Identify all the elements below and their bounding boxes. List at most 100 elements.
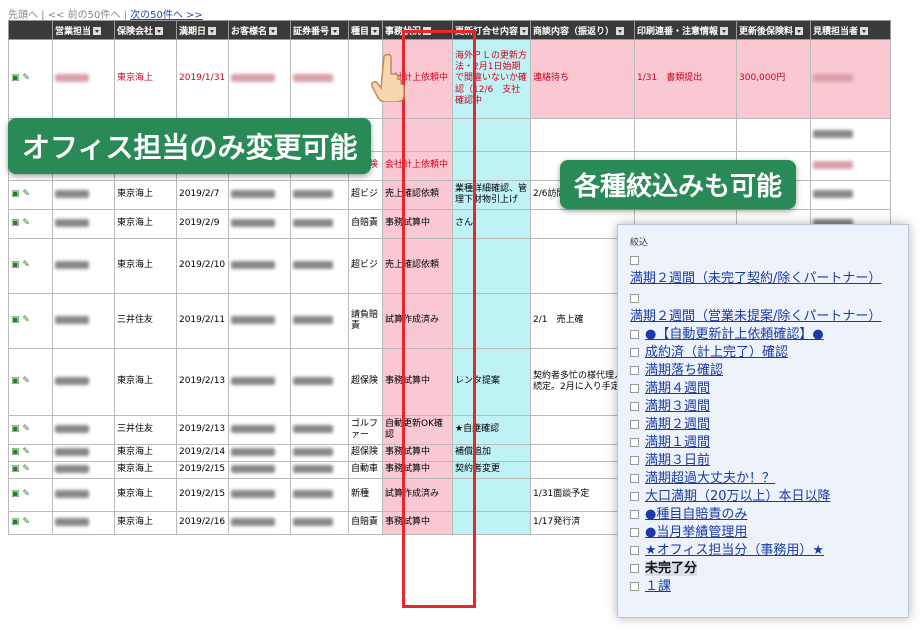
filter-item-label[interactable]: １課: [645, 579, 671, 594]
edit-pencil-icon[interactable]: ✎: [22, 218, 30, 229]
filter-item[interactable]: 満期３日前: [630, 452, 908, 470]
view-icon[interactable]: ▣: [11, 73, 20, 84]
column-header[interactable]: 印刷連番・注意情報: [634, 20, 738, 40]
status-cell[interactable]: 事務試算中: [382, 511, 453, 535]
edit-pencil-icon[interactable]: ✎: [22, 315, 30, 326]
table-row[interactable]: ▣ ✎ 東京海上 2019/1/31 会社計上依頼中 海外ＰＬの更新方法・2月1日始期で…: [8, 39, 892, 119]
status-cell[interactable]: 事務試算中: [382, 461, 453, 479]
filter-item-label[interactable]: 成約済（計上完了）確認: [645, 345, 788, 360]
edit-pencil-icon[interactable]: ✎: [22, 73, 30, 84]
edit-pencil-icon[interactable]: ✎: [22, 189, 30, 200]
checkbox-icon[interactable]: [630, 366, 639, 375]
dropdown-icon[interactable]: [371, 27, 380, 35]
dropdown-icon[interactable]: [795, 27, 804, 35]
column-header[interactable]: 証券番号: [290, 20, 349, 40]
status-cell[interactable]: 会社計上依頼中: [382, 151, 453, 181]
filter-item-label[interactable]: ★オフィス担当分（事務用）★: [645, 543, 824, 558]
filter-item[interactable]: 満期２週間（未完了契約/除くパートナー）: [630, 252, 908, 288]
filter-item[interactable]: ●当月挙績管理用: [630, 524, 908, 542]
status-cell[interactable]: 売上確認依頼: [382, 238, 453, 294]
filter-item[interactable]: 満期落ち確認: [630, 362, 908, 380]
filter-item-label[interactable]: 満期２週間（営業未提案/除くパートナー）: [630, 309, 881, 324]
filter-item-label[interactable]: ●種目自賠責のみ: [645, 507, 747, 522]
filter-item[interactable]: 満期１週間: [630, 434, 908, 452]
view-icon[interactable]: ▣: [11, 315, 20, 326]
status-cell[interactable]: 試算作成済み: [382, 478, 453, 512]
filter-item[interactable]: 未完了分: [630, 560, 908, 578]
edit-pencil-icon[interactable]: ✎: [22, 376, 30, 387]
checkbox-icon[interactable]: [630, 438, 639, 447]
filter-item[interactable]: ●【自動更新計上依頼確認】●: [630, 326, 908, 344]
filter-item-label[interactable]: 満期２週間（未完了契約/除くパートナー）: [630, 271, 881, 286]
filter-item[interactable]: ★オフィス担当分（事務用）★: [630, 542, 908, 560]
column-header[interactable]: 商談内容（振返り）: [530, 20, 636, 40]
filter-item[interactable]: １課: [630, 578, 908, 596]
checkbox-icon[interactable]: [630, 510, 639, 519]
checkbox-icon[interactable]: [630, 564, 639, 573]
checkbox-icon[interactable]: [630, 546, 639, 555]
dropdown-icon[interactable]: [331, 27, 340, 35]
filter-item-label[interactable]: 満期３日前: [645, 453, 710, 468]
column-header[interactable]: 保険会社: [114, 20, 177, 40]
filter-item-label[interactable]: 満期４週間: [645, 381, 710, 396]
filter-item-label[interactable]: 満期２週間: [645, 417, 710, 432]
checkbox-icon[interactable]: [630, 348, 639, 357]
status-cell[interactable]: 事務試算中: [382, 348, 453, 416]
column-header[interactable]: お客様名: [228, 20, 291, 40]
status-cell[interactable]: 試算作成済み: [382, 293, 453, 349]
checkbox-icon[interactable]: [630, 582, 639, 591]
status-cell[interactable]: 自動更新OK確認: [382, 415, 453, 445]
dropdown-icon[interactable]: [93, 27, 102, 35]
checkbox-icon[interactable]: [630, 402, 639, 411]
view-icon[interactable]: ▣: [11, 464, 20, 475]
edit-pencil-icon[interactable]: ✎: [22, 464, 30, 475]
filter-item[interactable]: 満期４週間: [630, 380, 908, 398]
filter-item[interactable]: 満期２週間（営業未提案/除くパートナー）: [630, 290, 908, 326]
filter-item[interactable]: 大口満期（20万以上）本日以降: [630, 488, 908, 506]
status-cell[interactable]: 売上確認依頼: [382, 180, 453, 210]
edit-pencil-icon[interactable]: ✎: [22, 489, 30, 500]
column-header[interactable]: 営業担当: [52, 20, 115, 40]
dropdown-icon[interactable]: [423, 27, 432, 35]
checkbox-icon[interactable]: [630, 294, 639, 303]
checkbox-icon[interactable]: [630, 384, 639, 393]
filter-item-label[interactable]: ●【自動更新計上依頼確認】●: [645, 327, 824, 342]
checkbox-icon[interactable]: [630, 474, 639, 483]
dropdown-icon[interactable]: [269, 27, 278, 35]
checkbox-icon[interactable]: [630, 492, 639, 501]
dropdown-icon[interactable]: [616, 27, 625, 35]
view-icon[interactable]: ▣: [11, 489, 20, 500]
column-header[interactable]: 見積担当者: [810, 20, 892, 40]
status-cell[interactable]: 事務試算中: [382, 209, 453, 239]
view-icon[interactable]: ▣: [11, 424, 20, 435]
view-icon[interactable]: ▣: [11, 218, 20, 229]
filter-item-label[interactable]: ●当月挙績管理用: [645, 525, 747, 540]
view-icon[interactable]: ▣: [11, 447, 20, 458]
filter-item-label[interactable]: 満期１週間: [645, 435, 710, 450]
status-cell[interactable]: 事務試算中: [382, 444, 453, 462]
edit-pencil-icon[interactable]: ✎: [22, 260, 30, 271]
filter-item[interactable]: 満期超過大丈夫か！？: [630, 470, 908, 488]
edit-pencil-icon[interactable]: ✎: [22, 447, 30, 458]
view-icon[interactable]: ▣: [11, 189, 20, 200]
checkbox-icon[interactable]: [630, 330, 639, 339]
checkbox-icon[interactable]: [630, 256, 639, 265]
filter-item-label[interactable]: 大口満期（20万以上）本日以降: [645, 489, 831, 504]
checkbox-icon[interactable]: [630, 528, 639, 537]
filter-item[interactable]: 満期３週間: [630, 398, 908, 416]
column-header[interactable]: 満期日: [176, 20, 229, 40]
edit-pencil-icon[interactable]: ✎: [22, 517, 30, 528]
dropdown-icon[interactable]: [520, 27, 529, 35]
edit-pencil-icon[interactable]: ✎: [22, 424, 30, 435]
checkbox-icon[interactable]: [630, 420, 639, 429]
view-icon[interactable]: ▣: [11, 376, 20, 387]
dropdown-icon[interactable]: [208, 27, 217, 35]
filter-item-label[interactable]: 満期超過大丈夫か！？: [645, 471, 775, 486]
checkbox-icon[interactable]: [630, 456, 639, 465]
filter-item[interactable]: 成約済（計上完了）確認: [630, 344, 908, 362]
filter-item-label[interactable]: 満期落ち確認: [645, 363, 723, 378]
column-header[interactable]: 種目: [348, 20, 383, 40]
dropdown-icon[interactable]: [720, 27, 729, 35]
dropdown-icon[interactable]: [860, 27, 869, 35]
column-header[interactable]: 事務状況: [382, 20, 453, 40]
